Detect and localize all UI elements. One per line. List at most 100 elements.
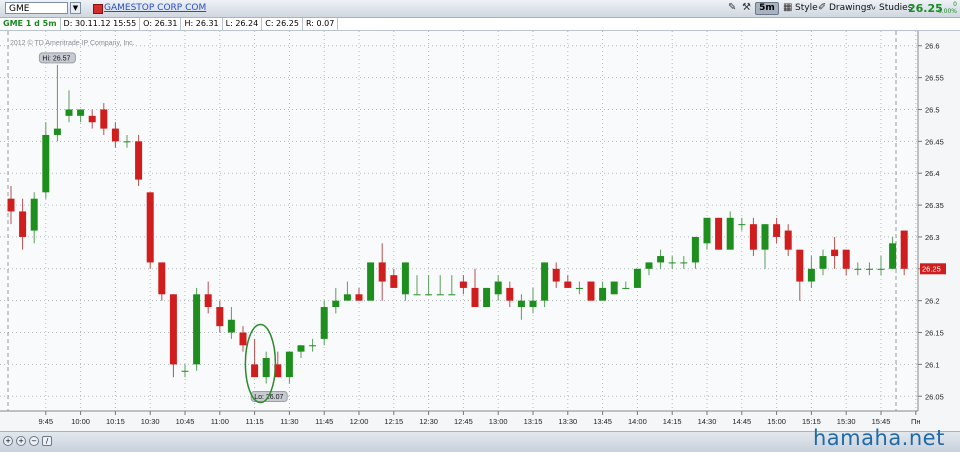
candle-body	[680, 262, 688, 264]
time-tick-label: 15:45	[872, 417, 891, 426]
price-tick-label: 26.05	[925, 392, 944, 401]
candle-body	[135, 141, 143, 180]
price-tick-label: 26.3	[925, 233, 940, 242]
study-title[interactable]: GME 1 d 5m	[0, 18, 61, 30]
candle-body	[889, 243, 897, 269]
candle-body	[622, 287, 630, 289]
candle-body	[320, 307, 328, 339]
price-chart[interactable]: 2012 © TD Ameritrade IP Company, Inc. 26…	[0, 31, 960, 431]
candle-body	[807, 268, 815, 282]
info-date: D: 30.11.12 15:55	[61, 18, 141, 30]
candle-body	[204, 294, 212, 308]
candle-body	[7, 198, 15, 212]
candle-body	[738, 224, 746, 226]
style-button[interactable]: Style	[795, 2, 818, 15]
candle	[633, 268, 641, 288]
chevron-down-icon[interactable]: ▼	[70, 2, 81, 14]
candle	[610, 281, 618, 295]
price-change: 0 0.00%	[937, 1, 957, 15]
candle-body	[726, 217, 734, 250]
candle-body	[390, 275, 398, 288]
time-tick-label: 11:30	[280, 417, 298, 426]
candle	[900, 230, 908, 276]
flag-icon	[93, 4, 103, 14]
candle-body	[53, 128, 61, 135]
candle	[715, 217, 723, 250]
candle-body	[425, 294, 433, 296]
candle	[193, 287, 201, 371]
candle-body	[169, 294, 177, 365]
draw-tool-icon[interactable]: /	[42, 436, 52, 446]
candle-body	[285, 351, 293, 378]
candle-body	[541, 262, 549, 301]
time-tick-label: 11:45	[315, 417, 333, 426]
time-tick-label: 11:15	[245, 417, 263, 426]
candle-body	[65, 109, 73, 116]
time-tick-label: 15:30	[837, 417, 856, 426]
candle-body	[413, 294, 421, 296]
candle-body	[355, 294, 363, 301]
time-tick-label: 12:15	[384, 417, 403, 426]
change-abs: 0	[953, 1, 957, 8]
top-toolbar: GME ▼ GAMESTOP CORP COM ✎ ⚒ 5m ▦ Style ✐…	[0, 0, 960, 18]
pencil-icon[interactable]: ✎	[728, 2, 736, 15]
candle-body	[378, 262, 386, 282]
price-tick-label: 26.15	[925, 329, 944, 338]
time-tick-label: 15:15	[802, 417, 821, 426]
candle-body	[517, 300, 525, 308]
candle-body	[100, 109, 108, 129]
candle-body	[877, 268, 885, 270]
candle-body	[715, 217, 723, 250]
symbol-input[interactable]: GME	[5, 2, 68, 14]
candle-body	[506, 287, 514, 301]
studies-icon: ∿	[868, 2, 877, 13]
period-button[interactable]: 5m	[755, 2, 779, 15]
info-low: L: 26.24	[223, 18, 263, 30]
price-tick-label: 26.1	[925, 360, 940, 369]
info-close: C: 26.25	[262, 18, 303, 30]
pan-icon[interactable]: +	[3, 436, 13, 446]
high-label: Hi: 26.57	[42, 55, 70, 62]
info-bar: GME 1 d 5m D: 30.11.12 15:55 O: 26.31 H: 26…	[0, 18, 960, 31]
price-tick-label: 26.35	[925, 201, 944, 210]
price-tick-label: 26.6	[925, 42, 940, 51]
candle	[320, 300, 328, 346]
time-tick-label: 11:00	[211, 417, 229, 426]
time-tick-label: 12:45	[454, 417, 473, 426]
candle-body	[42, 134, 50, 193]
time-tick-label: Пн	[911, 417, 921, 426]
zoom-in-icon[interactable]: +	[16, 436, 26, 446]
candle-body	[610, 281, 618, 295]
candle-body	[773, 224, 781, 237]
candle-body	[703, 217, 711, 244]
time-tick-label: 10:00	[71, 417, 90, 426]
candle-body	[865, 268, 873, 270]
candle-body	[749, 224, 757, 250]
candle	[483, 287, 491, 308]
candle-body	[30, 198, 38, 231]
time-tick-label: 14:00	[628, 417, 647, 426]
candle-body	[831, 249, 839, 257]
candle-body	[483, 287, 491, 308]
info-range: R: 0.07	[303, 18, 339, 30]
candle-body	[854, 268, 862, 270]
candle-body	[459, 281, 467, 288]
zoom-out-icon[interactable]: −	[29, 436, 39, 446]
candle-body	[239, 332, 247, 346]
candle	[541, 262, 549, 308]
candle-body	[657, 256, 665, 263]
drawings-button[interactable]: Drawings	[829, 2, 871, 15]
candle	[367, 262, 375, 301]
candle-body	[796, 249, 804, 282]
company-link[interactable]: GAMESTOP CORP COM	[104, 3, 206, 13]
copyright-text: 2012 © TD Ameritrade IP Company, Inc.	[10, 39, 135, 47]
time-tick-label: 13:30	[558, 417, 577, 426]
candle-body	[19, 211, 27, 237]
time-tick-label: 14:30	[698, 417, 717, 426]
candle-body	[193, 294, 201, 365]
time-tick-label: 13:45	[593, 417, 612, 426]
candle-body	[819, 256, 827, 269]
candle	[587, 281, 595, 301]
wrench-icon[interactable]: ⚒	[742, 2, 751, 15]
candle-body	[587, 281, 595, 301]
